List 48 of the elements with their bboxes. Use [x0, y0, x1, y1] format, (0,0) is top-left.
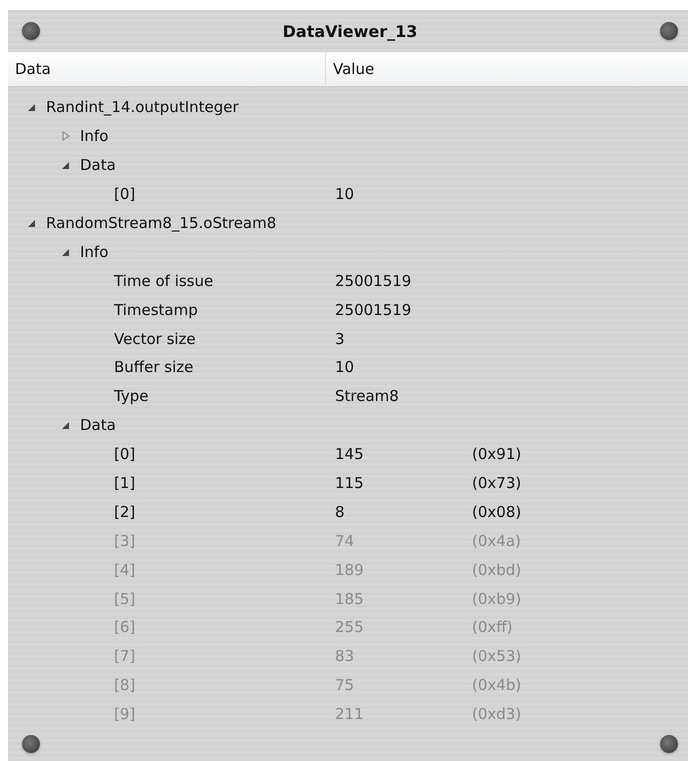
hex-text: (0x08): [472, 502, 522, 521]
tree-item-label[interactable]: [1]: [114, 474, 136, 492]
tree-item-label[interactable]: [0]: [114, 185, 136, 204]
hex-text: (0xd3): [472, 705, 522, 724]
tree-item-label[interactable]: Randint_14.outputInteger: [46, 98, 239, 116]
hex-text: (0xff): [472, 618, 512, 636]
tree-item-label[interactable]: Buffer size: [114, 358, 194, 376]
tree-item-label[interactable]: Vector size: [114, 330, 196, 348]
tree-item-label[interactable]: [0]: [114, 445, 136, 464]
tree-item-label[interactable]: Type: [114, 387, 148, 406]
hex-text: (0x91): [472, 445, 522, 464]
tree-item-label[interactable]: Time of issue: [114, 272, 214, 290]
hex-text: (0xb9): [472, 590, 522, 608]
screw-icon: [22, 735, 40, 753]
tree-item-label[interactable]: Info: [80, 127, 108, 146]
tree-item-label[interactable]: RandomStream8_15.oStream8: [46, 214, 276, 232]
value-text: 10: [335, 185, 356, 204]
tree-item-label[interactable]: [2]: [114, 502, 136, 521]
value-text: 3: [335, 330, 346, 348]
column-heading[interactable]: Data: [8, 52, 326, 86]
value-text: 189: [335, 560, 365, 579]
column-heading[interactable]: Value: [326, 52, 688, 86]
hex-text: (0x53): [472, 647, 522, 666]
value-text: 185: [335, 590, 365, 608]
screw-icon: [660, 735, 678, 753]
hex-text: (0x4b): [472, 676, 522, 694]
hex-text: (0x73): [472, 474, 522, 492]
value-text: Stream8: [335, 387, 400, 406]
hex-text: (0x4a): [472, 532, 521, 550]
value-text: 255: [335, 618, 365, 636]
value-text: 145: [335, 445, 365, 464]
tree-item-label[interactable]: Info: [80, 242, 108, 261]
tree-item-label[interactable]: Data: [80, 416, 116, 434]
value-text: 75: [335, 676, 356, 694]
value-text: 25001519: [335, 300, 412, 319]
screw-icon: [660, 22, 678, 40]
value-text: 83: [335, 647, 356, 666]
value-text: 115: [335, 474, 365, 492]
tree-item-label[interactable]: Timestamp: [114, 300, 198, 319]
value-text: 211: [335, 705, 365, 724]
window-title: DataViewer_13: [282, 22, 418, 40]
tree-item-label[interactable]: Data: [80, 156, 116, 174]
hex-text: (0xbd): [472, 560, 522, 579]
value-text: 74: [335, 532, 356, 550]
value-text: 25001519: [335, 272, 412, 290]
screw-icon: [22, 22, 40, 40]
value-text: 8: [335, 502, 346, 521]
value-text: 10: [335, 358, 356, 376]
